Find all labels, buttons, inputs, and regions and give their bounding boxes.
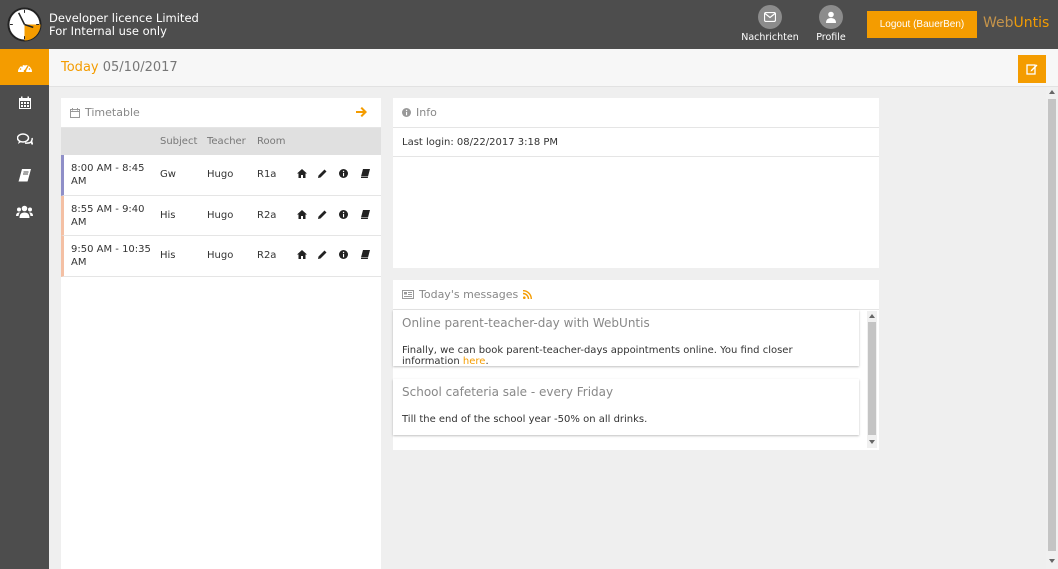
- calendar-icon: [18, 96, 31, 109]
- logout-button[interactable]: Logout (BauerBen): [867, 11, 977, 38]
- timetable-column-headers: Subject Teacher Room: [61, 128, 381, 155]
- today-date: 05/10/2017: [102, 60, 178, 75]
- timetable-title: Timetable: [85, 106, 140, 119]
- timetable-row[interactable]: 8:00 AM - 8:45 AM Gw Hugo R1a: [61, 155, 381, 196]
- arrow-right-icon[interactable]: [356, 107, 367, 117]
- timetable-header: Timetable: [61, 98, 381, 128]
- home-icon[interactable]: [297, 250, 307, 259]
- column-room: Room: [257, 136, 286, 147]
- sidebar-item-book[interactable]: [0, 157, 49, 193]
- chat-icon: [16, 132, 33, 145]
- messages-button[interactable]: Nachrichten: [740, 5, 800, 43]
- last-login: Last login: 08/22/2017 3:18 PM: [393, 128, 879, 157]
- users-icon: [16, 205, 33, 218]
- lesson-time: 9:50 AM - 10:35 AM: [71, 244, 151, 268]
- lesson-teacher: Hugo: [207, 250, 234, 261]
- message-title: Online parent-teacher-day with WebUntis: [402, 316, 650, 330]
- timetable-row[interactable]: 9:50 AM - 10:35 AM His Hugo R2a: [61, 236, 381, 277]
- message-link[interactable]: here: [463, 356, 486, 367]
- messages-scrollbar[interactable]: [867, 311, 877, 448]
- lesson-room: R1a: [257, 169, 277, 180]
- book-icon[interactable]: [361, 250, 370, 259]
- lesson-room: R2a: [257, 209, 277, 221]
- message-list: Online parent-teacher-day with WebUntis …: [393, 310, 865, 450]
- subheader: Today 05/10/2017: [49, 49, 1058, 87]
- lesson-room: R2a: [257, 250, 277, 261]
- dashboard-icon: [17, 64, 32, 73]
- info-icon: [402, 108, 411, 117]
- profile-label: Profile: [816, 32, 846, 43]
- message-body: Finally, we can book parent-teacher-days…: [402, 345, 793, 367]
- lesson-teacher: Hugo: [207, 209, 234, 221]
- timetable-row[interactable]: 8:55 AM - 9:40 AM His Hugo R2a: [61, 195, 381, 236]
- message-title: School cafeteria sale - every Friday: [402, 385, 614, 399]
- rss-icon[interactable]: [523, 290, 533, 299]
- lesson-teacher: Hugo: [207, 169, 234, 180]
- pencil-icon[interactable]: [318, 169, 327, 178]
- message-item: School cafeteria sale - every Friday Til…: [393, 379, 859, 435]
- messages-label: Nachrichten: [741, 32, 799, 43]
- info-icon[interactable]: [339, 250, 348, 259]
- edit-button[interactable]: [1018, 55, 1046, 83]
- licence-info: Developer licence Limited For Internal u…: [49, 12, 199, 37]
- messages-title: Today's messages: [419, 288, 519, 301]
- lesson-subject: His: [160, 250, 176, 261]
- scroll-down-arrow[interactable]: [1049, 559, 1055, 563]
- book-icon[interactable]: [361, 169, 370, 178]
- info-header: Info: [393, 98, 879, 128]
- brand-logo: WebUntis: [983, 15, 1049, 31]
- home-icon[interactable]: [297, 209, 307, 219]
- lesson-subject: Gw: [160, 169, 176, 180]
- info-icon[interactable]: [339, 209, 348, 219]
- edit-icon: [1026, 64, 1038, 75]
- user-icon: [819, 5, 843, 29]
- licence-line-2: For Internal use only: [49, 23, 167, 38]
- sidebar-item-groups[interactable]: [0, 193, 49, 229]
- column-teacher: Teacher: [207, 136, 246, 147]
- message-item: Online parent-teacher-day with WebUntis …: [393, 310, 859, 367]
- pencil-icon[interactable]: [318, 250, 327, 259]
- envelope-icon: [758, 5, 782, 29]
- timetable-panel: Timetable Subject Teacher Room 8:00 AM -…: [61, 98, 381, 569]
- sidebar-item-dashboard[interactable]: [0, 49, 49, 85]
- sidebar: [0, 49, 49, 569]
- info-title: Info: [416, 106, 437, 119]
- info-icon[interactable]: [339, 169, 348, 178]
- scroll-up-arrow[interactable]: [1049, 90, 1055, 94]
- scroll-down-arrow[interactable]: [869, 440, 875, 444]
- lesson-time: 8:55 AM - 9:40 AM: [71, 203, 145, 228]
- home-icon[interactable]: [297, 169, 307, 178]
- today-heading: Today 05/10/2017: [61, 60, 178, 75]
- top-bar: Developer licence Limited For Internal u…: [0, 0, 1058, 49]
- brand-untis: Untis: [1013, 15, 1050, 31]
- scrollbar-thumb[interactable]: [868, 322, 876, 435]
- brand-web: Web: [983, 15, 1014, 31]
- calendar-icon: [70, 107, 80, 118]
- sidebar-item-messages[interactable]: [0, 121, 49, 157]
- today-label: Today: [61, 60, 99, 75]
- scrollbar-thumb[interactable]: [1048, 99, 1056, 551]
- lesson-time: 8:00 AM - 8:45 AM: [71, 163, 145, 187]
- sidebar-item-calendar[interactable]: [0, 85, 49, 121]
- message-body: Till the end of the school year -50% on …: [402, 414, 648, 425]
- profile-button[interactable]: Profile: [801, 5, 861, 43]
- lesson-subject: His: [160, 209, 176, 221]
- column-subject: Subject: [160, 136, 198, 147]
- messages-header: Today's messages: [393, 280, 879, 310]
- scroll-up-arrow[interactable]: [869, 314, 875, 318]
- messages-panel: Today's messages Online parent-teacher-d…: [393, 280, 879, 450]
- newspaper-icon: [402, 290, 414, 299]
- book-icon[interactable]: [361, 209, 370, 219]
- clock-logo[interactable]: [7, 7, 42, 42]
- licence-line-1: Developer licence Limited: [49, 11, 199, 25]
- info-panel: Info Last login: 08/22/2017 3:18 PM: [393, 98, 879, 268]
- book-icon: [18, 169, 31, 182]
- pencil-icon[interactable]: [318, 210, 327, 219]
- page-scrollbar[interactable]: [1046, 87, 1058, 569]
